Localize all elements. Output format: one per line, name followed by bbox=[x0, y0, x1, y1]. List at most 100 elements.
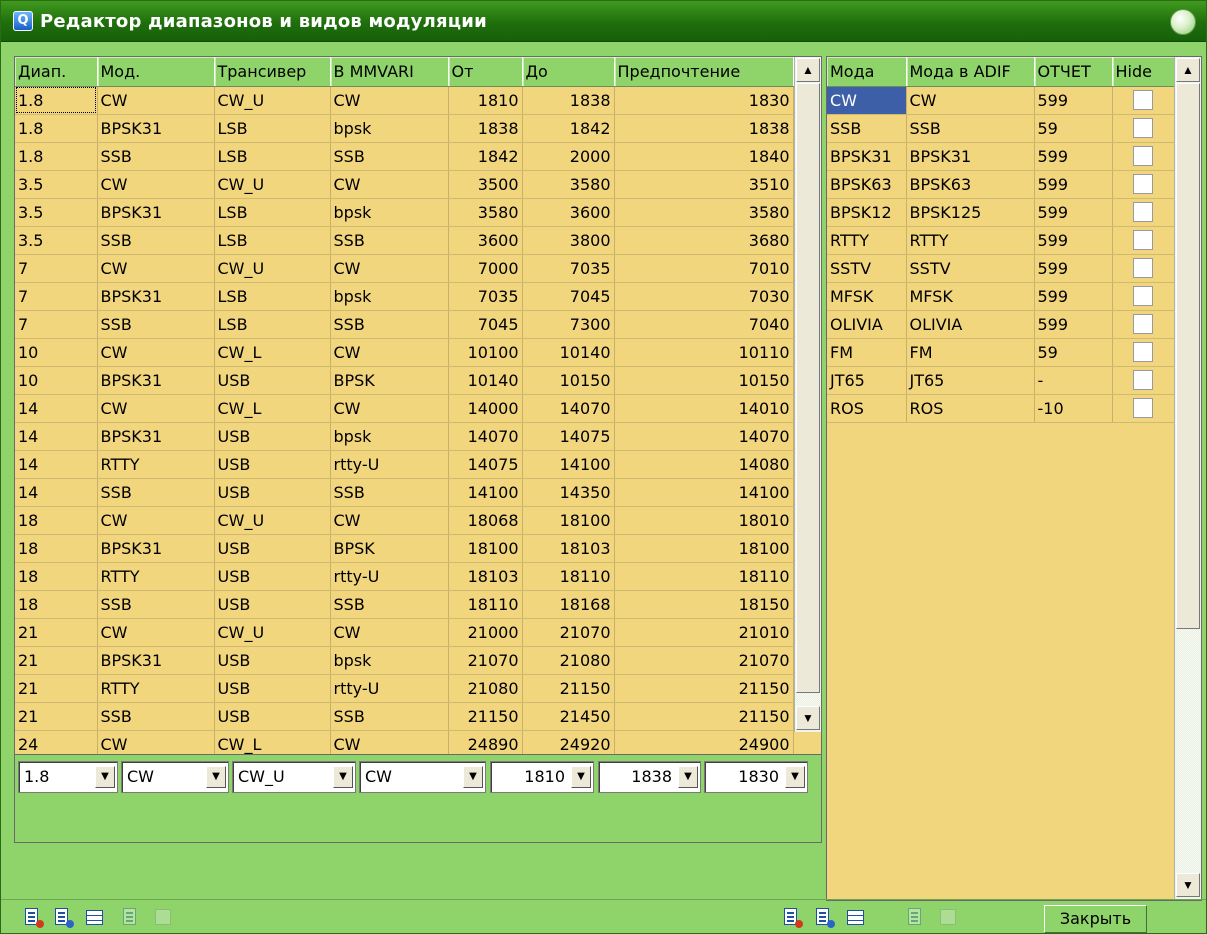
table-cell[interactable]: bpsk bbox=[330, 114, 449, 143]
table-cell[interactable]: 21070 bbox=[448, 646, 523, 675]
list-item[interactable]: MFSK MFSK 599 bbox=[827, 282, 1175, 311]
chevron-down-icon[interactable]: ▼ bbox=[678, 766, 698, 788]
table-cell[interactable]: 3580 bbox=[522, 170, 615, 199]
table-cell[interactable]: CW bbox=[330, 506, 449, 535]
table-cell[interactable]: BPSK31 bbox=[97, 534, 215, 563]
table-cell[interactable]: 14080 bbox=[614, 450, 794, 479]
to-combo[interactable]: 1838 ▼ bbox=[598, 761, 701, 793]
hide-checkbox[interactable] bbox=[1133, 286, 1153, 307]
modes-column-header[interactable]: Мода в ADIF bbox=[906, 57, 1035, 87]
hide-checkbox[interactable] bbox=[1133, 202, 1153, 223]
table-cell[interactable]: 10 bbox=[15, 366, 98, 395]
table-row[interactable]: 21 RTTY USB rtty-U 21080 21150 21150 bbox=[15, 674, 794, 703]
table-cell[interactable]: 18010 bbox=[614, 506, 794, 535]
table-cell[interactable]: OLIVIA bbox=[827, 310, 907, 339]
list-item[interactable]: OLIVIA OLIVIA 599 bbox=[827, 310, 1175, 339]
table-cell[interactable]: 3510 bbox=[614, 170, 794, 199]
table-cell[interactable]: CW_L bbox=[214, 394, 331, 423]
table-cell[interactable]: 599 bbox=[1034, 254, 1113, 283]
table-cell[interactable]: BPSK125 bbox=[906, 198, 1035, 227]
title-bar[interactable]: Q Редактор диапазонов и видов модуляции bbox=[1, 1, 1206, 42]
table-cell[interactable]: 14075 bbox=[522, 422, 615, 451]
table-cell[interactable]: 3600 bbox=[448, 226, 523, 255]
table-cell[interactable]: SSTV bbox=[827, 254, 907, 283]
scroll-thumb[interactable] bbox=[1176, 83, 1200, 629]
table-cell[interactable]: 1840 bbox=[614, 142, 794, 171]
table-cell[interactable]: 10100 bbox=[448, 338, 523, 367]
table-cell[interactable]: 1810 bbox=[448, 86, 523, 115]
table-cell[interactable]: CW bbox=[906, 86, 1035, 115]
table-row[interactable]: 21 BPSK31 USB bpsk 21070 21080 21070 bbox=[15, 646, 794, 675]
table-cell[interactable]: 10140 bbox=[522, 338, 615, 367]
table-cell[interactable]: 18103 bbox=[448, 562, 523, 591]
hide-checkbox[interactable] bbox=[1133, 314, 1153, 335]
table-cell[interactable]: 10 bbox=[15, 338, 98, 367]
table-cell[interactable]: 599 bbox=[1034, 198, 1113, 227]
table-cell[interactable]: JT65 bbox=[827, 366, 907, 395]
bands-column-header[interactable]: Мод. bbox=[97, 57, 215, 87]
table-cell[interactable]: 7 bbox=[15, 282, 98, 311]
table-cell[interactable]: 14 bbox=[15, 478, 98, 507]
table-cell[interactable]: 14350 bbox=[522, 478, 615, 507]
table-cell[interactable]: 21080 bbox=[522, 646, 615, 675]
from-combo[interactable]: 1810 ▼ bbox=[490, 761, 594, 793]
table-cell[interactable]: USB bbox=[214, 702, 331, 731]
table-cell[interactable]: 1.8 bbox=[15, 86, 98, 115]
table-cell[interactable]: 14070 bbox=[448, 422, 523, 451]
table-cell[interactable]: CW bbox=[827, 86, 907, 115]
table-cell[interactable]: 7 bbox=[15, 254, 98, 283]
hide-checkbox[interactable] bbox=[1133, 342, 1153, 363]
table-cell[interactable]: LSB bbox=[214, 198, 331, 227]
table-cell[interactable]: 21 bbox=[15, 674, 98, 703]
table-cell[interactable]: BPSK bbox=[330, 366, 449, 395]
hide-checkbox[interactable] bbox=[1133, 398, 1153, 419]
bands-column-header[interactable]: Диап. bbox=[15, 57, 98, 87]
table-cell[interactable]: FM bbox=[906, 338, 1035, 367]
table-cell[interactable]: 18110 bbox=[448, 590, 523, 619]
table-cell[interactable]: 14 bbox=[15, 450, 98, 479]
table-cell[interactable]: 14000 bbox=[448, 394, 523, 423]
table-cell[interactable]: RTTY bbox=[827, 226, 907, 255]
chevron-down-icon[interactable]: ▼ bbox=[463, 766, 483, 788]
table-cell[interactable]: CW bbox=[330, 338, 449, 367]
bands-column-header[interactable]: До bbox=[522, 57, 615, 87]
modes-column-header[interactable]: Мода bbox=[827, 57, 907, 87]
table-cell[interactable]: LSB bbox=[214, 226, 331, 255]
hide-checkbox[interactable] bbox=[1133, 146, 1153, 167]
list-item[interactable]: BPSK31 BPSK31 599 bbox=[827, 142, 1175, 171]
table-cell[interactable]: 7035 bbox=[522, 254, 615, 283]
modes-column-header[interactable]: Hide bbox=[1112, 57, 1175, 87]
table-cell[interactable]: 599 bbox=[1034, 282, 1113, 311]
hide-checkbox[interactable] bbox=[1133, 90, 1153, 111]
table-row[interactable]: 3.5 CW CW_U CW 3500 3580 3510 bbox=[15, 170, 794, 199]
scroll-up-icon[interactable]: ▲ bbox=[796, 58, 820, 82]
table-cell[interactable]: CW bbox=[97, 338, 215, 367]
table-cell[interactable]: USB bbox=[214, 646, 331, 675]
table-cell[interactable]: 1838 bbox=[448, 114, 523, 143]
table-cell[interactable]: 18 bbox=[15, 506, 98, 535]
table-row[interactable]: 21 CW CW_U CW 21000 21070 21010 bbox=[15, 618, 794, 647]
list-item[interactable]: CW CW 599 bbox=[827, 86, 1175, 115]
table-cell[interactable]: 3500 bbox=[448, 170, 523, 199]
table-cell[interactable]: ROS bbox=[906, 394, 1035, 423]
table-cell[interactable]: BPSK31 bbox=[906, 142, 1035, 171]
table-cell[interactable]: RTTY bbox=[97, 562, 215, 591]
list-item[interactable]: JT65 JT65- bbox=[827, 366, 1175, 395]
bands-column-header[interactable]: От bbox=[448, 57, 523, 87]
table-cell[interactable]: 7045 bbox=[522, 282, 615, 311]
table-cell[interactable]: 10150 bbox=[522, 366, 615, 395]
table-cell[interactable]: BPSK bbox=[330, 534, 449, 563]
table-cell[interactable]: 7 bbox=[15, 310, 98, 339]
table-cell[interactable]: CW bbox=[330, 254, 449, 283]
table-cell[interactable]: BPSK31 bbox=[97, 282, 215, 311]
table-row[interactable]: 18 SSB USB SSB 18110 18168 18150 bbox=[15, 590, 794, 619]
table-cell[interactable]: 18150 bbox=[614, 590, 794, 619]
bands-column-header[interactable]: Предпочтение bbox=[614, 57, 794, 87]
add-record-icon[interactable] bbox=[22, 906, 44, 928]
save-record-icon[interactable] bbox=[905, 906, 927, 928]
table-cell[interactable]: 599 bbox=[1034, 310, 1113, 339]
table-cell[interactable]: 7300 bbox=[522, 310, 615, 339]
table-cell[interactable]: 21450 bbox=[522, 702, 615, 731]
table-row[interactable]: 7 SSB LSB SSB 7045 7300 7040 bbox=[15, 310, 794, 339]
table-cell[interactable]: CW bbox=[97, 506, 215, 535]
